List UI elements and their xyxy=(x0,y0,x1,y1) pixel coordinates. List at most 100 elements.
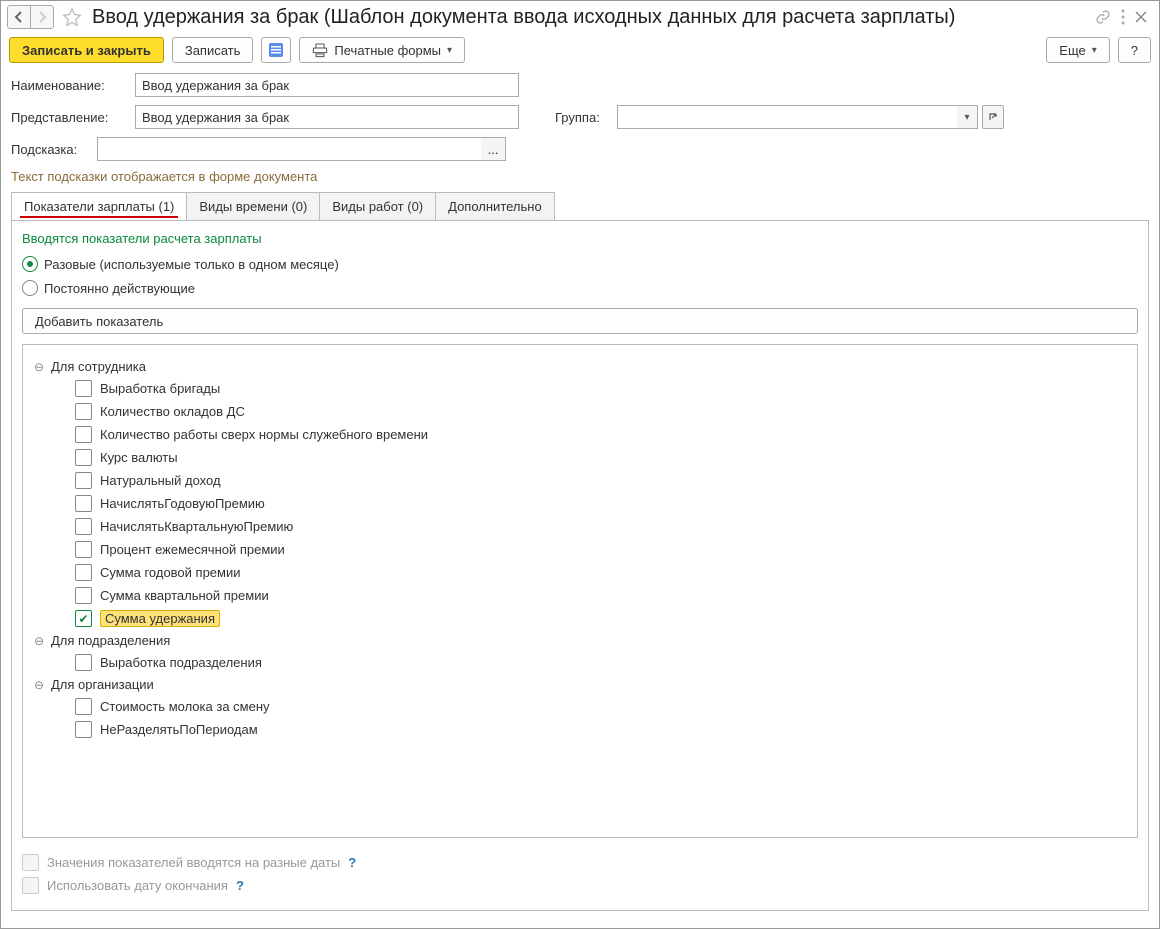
tree-item[interactable]: Выработка бригады xyxy=(75,380,1127,397)
tree-group[interactable]: Для организации xyxy=(33,677,1127,692)
presentation-input[interactable] xyxy=(135,105,519,129)
name-input[interactable] xyxy=(135,73,519,97)
indicator-checkbox[interactable] xyxy=(75,564,92,581)
indicator-label: Количество работы сверх нормы служебного… xyxy=(100,427,428,442)
indicator-checkbox[interactable] xyxy=(75,698,92,715)
radio-once[interactable] xyxy=(22,256,38,272)
indicator-checkbox[interactable] xyxy=(75,449,92,466)
tree-group[interactable]: Для подразделения xyxy=(33,633,1127,648)
indicator-checkbox[interactable] xyxy=(75,541,92,558)
tree-item[interactable]: Сумма удержания xyxy=(75,610,1127,627)
section-title: Вводятся показатели расчета зарплаты xyxy=(22,231,1138,246)
indicator-label: Сумма удержания xyxy=(100,610,220,627)
tree-item[interactable]: НачислятьГодовуюПремию xyxy=(75,495,1127,512)
nav-group xyxy=(7,5,54,29)
window-title: Ввод удержания за брак (Шаблон документа… xyxy=(90,6,1091,29)
chevron-down-icon: ▾ xyxy=(447,45,452,56)
tree-item[interactable]: Сумма годовой премии xyxy=(75,564,1127,581)
tree-group-label: Для организации xyxy=(51,677,154,692)
tree-item[interactable]: Процент ежемесячной премии xyxy=(75,541,1127,558)
group-open-button[interactable] xyxy=(982,105,1004,129)
collapse-icon[interactable] xyxy=(33,635,45,647)
nav-forward-button[interactable] xyxy=(31,5,54,29)
tree-group[interactable]: Для сотрудника xyxy=(33,359,1127,374)
group-input-wrap: ▾ xyxy=(617,105,1004,129)
toolbar: Записать и закрыть Записать Печатные фор… xyxy=(1,33,1159,73)
collapse-icon[interactable] xyxy=(33,361,45,373)
tree-item[interactable]: Курс валюты xyxy=(75,449,1127,466)
indicator-checkbox[interactable] xyxy=(75,472,92,489)
indicator-label: Процент ежемесячной премии xyxy=(100,542,285,557)
save-and-close-button[interactable]: Записать и закрыть xyxy=(9,37,164,63)
arrow-left-icon xyxy=(13,11,25,23)
hint-ellipsis-button[interactable]: ... xyxy=(481,137,506,161)
indicator-checkbox[interactable] xyxy=(75,380,92,397)
indicator-checkbox[interactable] xyxy=(75,403,92,420)
indicator-checkbox[interactable] xyxy=(75,610,92,627)
indicator-label: Выработка подразделения xyxy=(100,655,262,670)
tabs: Показатели зарплаты (1) Виды времени (0)… xyxy=(11,192,1149,221)
title-right-controls xyxy=(1095,9,1147,25)
opt-diff-dates-label: Значения показателей вводятся на разные … xyxy=(47,855,340,870)
kebab-menu-icon[interactable] xyxy=(1121,9,1125,25)
indicator-label: Сумма квартальной премии xyxy=(100,588,269,603)
add-indicator-button[interactable]: Добавить показатель xyxy=(22,308,1138,334)
indicator-checkbox[interactable] xyxy=(75,587,92,604)
printer-icon xyxy=(312,42,328,58)
indicator-label: НачислятьКвартальнуюПремию xyxy=(100,519,293,534)
name-label: Наименование: xyxy=(11,78,129,93)
indicator-checkbox[interactable] xyxy=(75,654,92,671)
radio-permanent[interactable] xyxy=(22,280,38,296)
indicator-checkbox[interactable] xyxy=(75,518,92,535)
row-name: Наименование: xyxy=(11,73,1149,97)
row-presentation: Представление: Группа: ▾ xyxy=(11,105,1149,129)
indicator-checkbox[interactable] xyxy=(75,426,92,443)
indicator-checkbox[interactable] xyxy=(75,721,92,738)
group-input[interactable] xyxy=(617,105,957,129)
form-area: Наименование: Представление: Группа: ▾ П… xyxy=(1,73,1159,184)
tree-group-label: Для сотрудника xyxy=(51,359,146,374)
tree-item[interactable]: НеРазделятьПоПериодам xyxy=(75,721,1127,738)
row-hint: Подсказка: ... xyxy=(11,137,1149,161)
tree-item[interactable]: Натуральный доход xyxy=(75,472,1127,489)
indicator-label: Стоимость молока за смену xyxy=(100,699,270,714)
indicator-checkbox[interactable] xyxy=(75,495,92,512)
radio-perm-row[interactable]: Постоянно действующие xyxy=(22,280,1138,296)
favorite-star-icon[interactable] xyxy=(62,7,82,27)
tree-item[interactable]: Количество работы сверх нормы служебного… xyxy=(75,426,1127,443)
tree-item[interactable]: НачислятьКвартальнуюПремию xyxy=(75,518,1127,535)
arrow-right-icon xyxy=(36,11,48,23)
bottom-options: Значения показателей вводятся на разные … xyxy=(22,848,1138,900)
tree-item[interactable]: Количество окладов ДС xyxy=(75,403,1127,420)
radio-once-row[interactable]: Разовые (используемые только в одном мес… xyxy=(22,256,1138,272)
tab-salary-indicators[interactable]: Показатели зарплаты (1) xyxy=(11,192,187,220)
tree-item[interactable]: Выработка подразделения xyxy=(75,654,1127,671)
group-label: Группа: xyxy=(555,110,611,125)
hint-input[interactable] xyxy=(97,137,481,161)
tab-content-salary: Вводятся показатели расчета зарплаты Раз… xyxy=(11,221,1149,911)
window-root: Ввод удержания за брак (Шаблон документа… xyxy=(0,0,1160,929)
group-dropdown-button[interactable]: ▾ xyxy=(957,105,978,129)
help-button[interactable]: ? xyxy=(1118,37,1151,63)
more-button[interactable]: Еще▾ xyxy=(1046,37,1109,63)
tab-additional[interactable]: Дополнительно xyxy=(435,192,555,220)
tab-time-types[interactable]: Виды времени (0) xyxy=(186,192,320,220)
close-icon[interactable] xyxy=(1135,11,1147,23)
nav-back-button[interactable] xyxy=(7,5,31,29)
help-icon[interactable]: ? xyxy=(236,878,244,893)
indicator-tree: Для сотрудника Выработка бригады Количеств… xyxy=(22,344,1138,838)
print-forms-button[interactable]: Печатные формы ▾ xyxy=(299,37,465,63)
collapse-icon[interactable] xyxy=(33,679,45,691)
opt-end-date-row: Использовать дату окончания ? xyxy=(22,877,1138,894)
help-icon[interactable]: ? xyxy=(348,855,356,870)
indicator-label: Курс валюты xyxy=(100,450,178,465)
hint-caption: Текст подсказки отображается в форме док… xyxy=(11,169,1149,184)
tree-item[interactable]: Сумма квартальной премии xyxy=(75,587,1127,604)
opt-end-date-label: Использовать дату окончания xyxy=(47,878,228,893)
tab-work-types[interactable]: Виды работ (0) xyxy=(319,192,436,220)
save-button[interactable]: Записать xyxy=(172,37,254,63)
list-view-button[interactable] xyxy=(261,37,291,63)
indicator-label: Натуральный доход xyxy=(100,473,221,488)
link-icon[interactable] xyxy=(1095,9,1111,25)
tree-item[interactable]: Стоимость молока за смену xyxy=(75,698,1127,715)
